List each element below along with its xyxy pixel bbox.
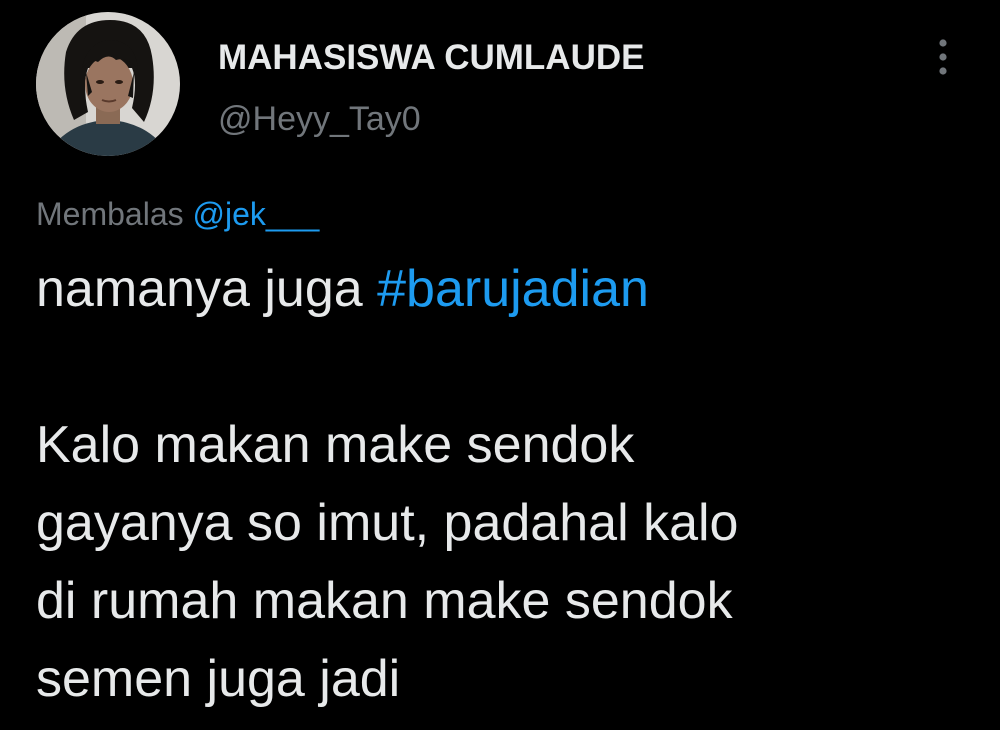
more-options-button[interactable]: [928, 36, 958, 78]
tweet-line: Kalo makan make sendok: [36, 416, 635, 474]
reply-prefix: Membalas: [36, 196, 184, 232]
tweet-text: namanya juga #barujadian Kalo makan make…: [36, 250, 976, 718]
tweet-line: gayanya so imut, padahal kalo: [36, 494, 739, 552]
reply-mention-link[interactable]: @jek___: [193, 196, 320, 232]
tweet-line: di rumah makan make sendok: [36, 572, 733, 630]
avatar-photo: [36, 12, 180, 156]
author-handle[interactable]: @Heyy_Tay0: [218, 100, 421, 139]
tweet-line-text: namanya juga: [36, 260, 378, 318]
avatar[interactable]: [36, 12, 180, 156]
author-display-name[interactable]: MAHASISWA CUMLAUDE: [218, 38, 644, 78]
tweet-line: namanya juga #barujadian: [36, 250, 976, 328]
hashtag-link[interactable]: #barujadian: [377, 260, 649, 318]
reply-context: Membalas @jek___: [36, 196, 319, 233]
tweet-card: MAHASISWA CUMLAUDE @Heyy_Tay0 Membalas @…: [0, 0, 1000, 730]
vertical-ellipsis-icon: [939, 39, 947, 75]
tweet-line: semen juga jadi: [36, 650, 401, 708]
